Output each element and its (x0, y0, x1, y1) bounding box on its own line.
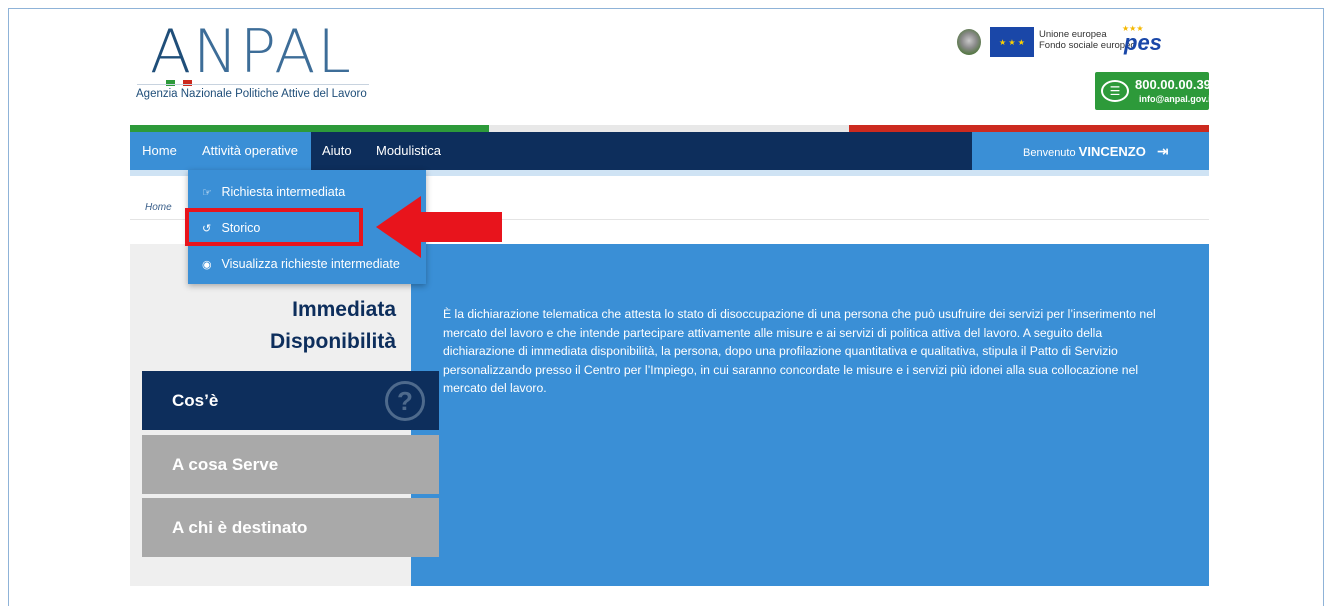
username: VINCENZO (1078, 144, 1146, 159)
arrow-shaft (420, 212, 502, 242)
highlight-box (185, 208, 363, 246)
breadcrumb: Home (145, 202, 172, 213)
eye-icon: ◉ (202, 259, 212, 271)
nav-aiuto[interactable]: Aiuto (322, 132, 352, 170)
nav-modulistica[interactable]: Modulistica (376, 132, 441, 170)
tricolor-bar (130, 125, 1209, 132)
description-text: È la dichiarazione telematica che attest… (443, 307, 1156, 395)
nav-attivita-operative[interactable]: Attività operative (189, 132, 311, 170)
arrow-head-icon (376, 196, 421, 258)
logo-letters: NPAL (193, 17, 353, 87)
title-line-1: Immediata (292, 298, 396, 321)
chat-icon: ☰ (1101, 80, 1129, 102)
tab-a-cosa-serve[interactable]: A cosa Serve (142, 435, 439, 494)
question-icon: ? (385, 381, 425, 421)
pes-logo: ★★★ pes (1118, 24, 1162, 58)
eu-flag-icon: ★ ★ ★ (990, 27, 1034, 57)
logout-icon[interactable]: ⇥ (1157, 132, 1169, 170)
pes-text: pes (1124, 30, 1162, 55)
menu-item-label: Richiesta intermediata (221, 185, 346, 199)
contact-email: info@anpal.gov.it (1139, 94, 1214, 104)
tab-a-chi-e-destinato[interactable]: A chi è destinato (142, 498, 439, 557)
title-line-2: Disponibilità (270, 330, 396, 353)
logo-divider (137, 84, 369, 85)
menu-item-label: Visualizza richieste intermediate (221, 257, 400, 271)
main-nav: Home Attività operative Aiuto Modulistic… (130, 132, 1209, 170)
tab-label: A chi è destinato (172, 518, 308, 537)
description-panel (411, 244, 1209, 586)
phone-number: 800.00.00.39 (1135, 77, 1211, 92)
page-title: Immediata Disponibilità (200, 294, 396, 358)
contact-box[interactable]: ☰ 800.00.00.39 info@anpal.gov.it (1095, 72, 1214, 110)
logo-subtitle: Agenzia Nazionale Politiche Attive del L… (136, 88, 367, 100)
breadcrumb-home[interactable]: Home (145, 202, 172, 213)
anpal-logo[interactable]: ANPAL (150, 22, 353, 82)
welcome-prefix: Benvenuto (1023, 147, 1076, 159)
italian-flag-icon (166, 80, 193, 86)
tab-cos-e[interactable]: Cos’è ? (142, 371, 439, 430)
tab-label: Cos’è (172, 391, 219, 410)
logo-letter-a: A (150, 17, 194, 87)
nav-home[interactable]: Home (130, 132, 189, 170)
user-welcome: Benvenuto VINCENZO ⇥ (972, 132, 1209, 170)
tab-label: A cosa Serve (172, 455, 279, 474)
handshake-icon: ☞ (202, 187, 212, 199)
republic-emblem-icon (957, 29, 981, 55)
